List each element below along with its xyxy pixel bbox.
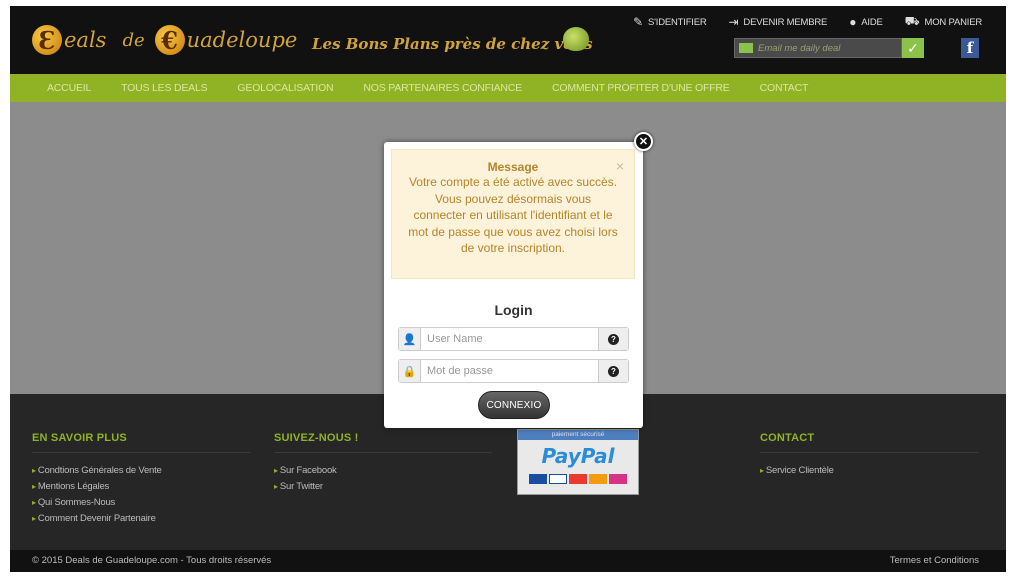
card-icon-other xyxy=(609,474,627,484)
question-icon: ? xyxy=(608,333,619,345)
card-icon-maestro xyxy=(589,474,607,484)
main-nav: ACCUEIL TOUS LES DEALS GEOLOCALISATION N… xyxy=(10,74,1006,102)
footer-link-devenir-partenaire[interactable]: Comment Devenir Partenaire xyxy=(32,511,250,527)
cart-link-label: MON PANIER xyxy=(924,16,983,28)
alert-title: Message xyxy=(487,160,539,174)
nav-comment-profiter[interactable]: COMMENT PROFITER D'UNE OFFRE xyxy=(552,82,730,94)
footer-link-service-client[interactable]: Service Clientèle xyxy=(760,463,978,479)
login-link[interactable]: ✎ S'IDENTIFIER xyxy=(633,14,707,30)
username-help-button[interactable]: ? xyxy=(598,328,628,350)
nav-contact[interactable]: CONTACT xyxy=(760,82,809,94)
username-field: 👤 ? xyxy=(398,327,629,351)
success-alert: × Message Votre compte a été activé avec… xyxy=(391,149,635,279)
register-link-label: DEVENIR MEMBRE xyxy=(743,16,828,28)
footer-col-contact: CONTACT Service Clientèle xyxy=(760,432,978,479)
nav-accueil[interactable]: ACCUEIL xyxy=(47,82,91,94)
piggy-bank-icon xyxy=(563,27,589,51)
login-modal: × Message Votre compte a été activé avec… xyxy=(384,142,643,428)
card-icon-mastercard xyxy=(569,474,587,484)
footer-follow-title: SUIVEZ-NOUS ! xyxy=(274,432,492,453)
login-title: Login xyxy=(494,302,533,318)
site-header: Ɛ eals de € uadeloupe Les Bons Plans prè… xyxy=(10,6,1006,74)
user-icon: 👤 xyxy=(399,328,421,350)
password-field: 🔒 ? xyxy=(398,359,629,383)
logo-word-eals: eals xyxy=(64,28,107,52)
nav-geolocalisation[interactable]: GEOLOCALISATION xyxy=(237,82,333,94)
alert-message: Votre compte a été activé avec succès. V… xyxy=(408,175,618,255)
footer-info-title: EN SAVOIR PLUS xyxy=(32,432,250,453)
facebook-icon[interactable]: f xyxy=(961,38,979,58)
paypal-badge: paiement sécurisé PayPal xyxy=(517,429,639,495)
footer-col-info: EN SAVOIR PLUS Condtions Générales de Ve… xyxy=(32,432,250,527)
top-links: ✎ S'IDENTIFIER ⇥ DEVENIR MEMBRE ● AIDE ⛟… xyxy=(633,14,982,30)
site-tagline: Les Bons Plans près de chez vous xyxy=(312,35,593,53)
paypal-logo: PayPal xyxy=(518,444,638,468)
site-logo[interactable]: Ɛ eals de € uadeloupe xyxy=(32,18,297,62)
card-icon-cb xyxy=(529,474,547,484)
newsletter-submit-button[interactable]: ✓ xyxy=(902,38,924,58)
mail-icon xyxy=(739,43,753,53)
cart-link[interactable]: ⛟ MON PANIER xyxy=(904,14,983,30)
logo-word-de: de xyxy=(122,29,145,51)
login-link-label: S'IDENTIFIER xyxy=(648,16,707,28)
footer-bottom-bar: © 2015 Deals de Guadeloupe.com - Tous dr… xyxy=(10,550,1006,572)
paypal-wordmark: PayPal xyxy=(541,444,615,468)
checkmark-icon: ✓ xyxy=(907,39,919,56)
password-input[interactable] xyxy=(421,360,598,382)
footer-link-facebook[interactable]: Sur Facebook xyxy=(274,463,492,479)
password-help-button[interactable]: ? xyxy=(598,360,628,382)
connexion-button[interactable]: CONNEXIO xyxy=(478,391,550,419)
help-icon: ● xyxy=(849,15,857,29)
help-link-label: AIDE xyxy=(861,16,883,28)
signin-icon: ⇥ xyxy=(728,15,739,29)
nav-partenaires[interactable]: NOS PARTENAIRES CONFIANCE xyxy=(363,82,522,94)
newsletter-form: Email me daily deal ✓ xyxy=(734,38,924,58)
username-input[interactable] xyxy=(421,328,598,350)
basket-icon: ⛟ xyxy=(904,14,920,28)
newsletter-placeholder: Email me daily deal xyxy=(758,42,841,54)
g-euro-logo-mark: € xyxy=(154,25,185,55)
footer-link-qui-sommes-nous[interactable]: Qui Sommes-Nous xyxy=(32,495,250,511)
terms-link[interactable]: Termes et Conditions xyxy=(890,555,979,566)
footer-link-twitter[interactable]: Sur Twitter xyxy=(274,479,492,495)
nav-tous-les-deals[interactable]: TOUS LES DEALS xyxy=(121,82,207,94)
paypal-secure-label: paiement sécurisé xyxy=(518,430,638,440)
alert-close-icon[interactable]: × xyxy=(616,158,624,174)
footer-contact-title: CONTACT xyxy=(760,432,978,453)
card-icon-visa xyxy=(549,474,567,484)
help-link[interactable]: ● AIDE xyxy=(849,14,883,30)
payment-cards xyxy=(518,474,638,484)
footer-link-cgv[interactable]: Condtions Générales de Vente xyxy=(32,463,250,479)
copyright-text: © 2015 Deals de Guadeloupe.com - Tous dr… xyxy=(32,555,272,566)
d-euro-logo-mark: Ɛ xyxy=(32,25,62,55)
question-icon: ? xyxy=(608,365,619,377)
pencil-icon: ✎ xyxy=(633,15,644,29)
newsletter-email-input[interactable]: Email me daily deal xyxy=(734,38,902,58)
logo-word-uadeloupe: uadeloupe xyxy=(186,28,298,52)
lock-icon: 🔒 xyxy=(399,360,421,382)
register-link[interactable]: ⇥ DEVENIR MEMBRE xyxy=(729,14,828,30)
footer-link-mentions[interactable]: Mentions Légales xyxy=(32,479,250,495)
modal-close-icon[interactable]: ✕ xyxy=(634,132,653,151)
footer-col-follow: SUIVEZ-NOUS ! Sur Facebook Sur Twitter xyxy=(274,432,492,495)
